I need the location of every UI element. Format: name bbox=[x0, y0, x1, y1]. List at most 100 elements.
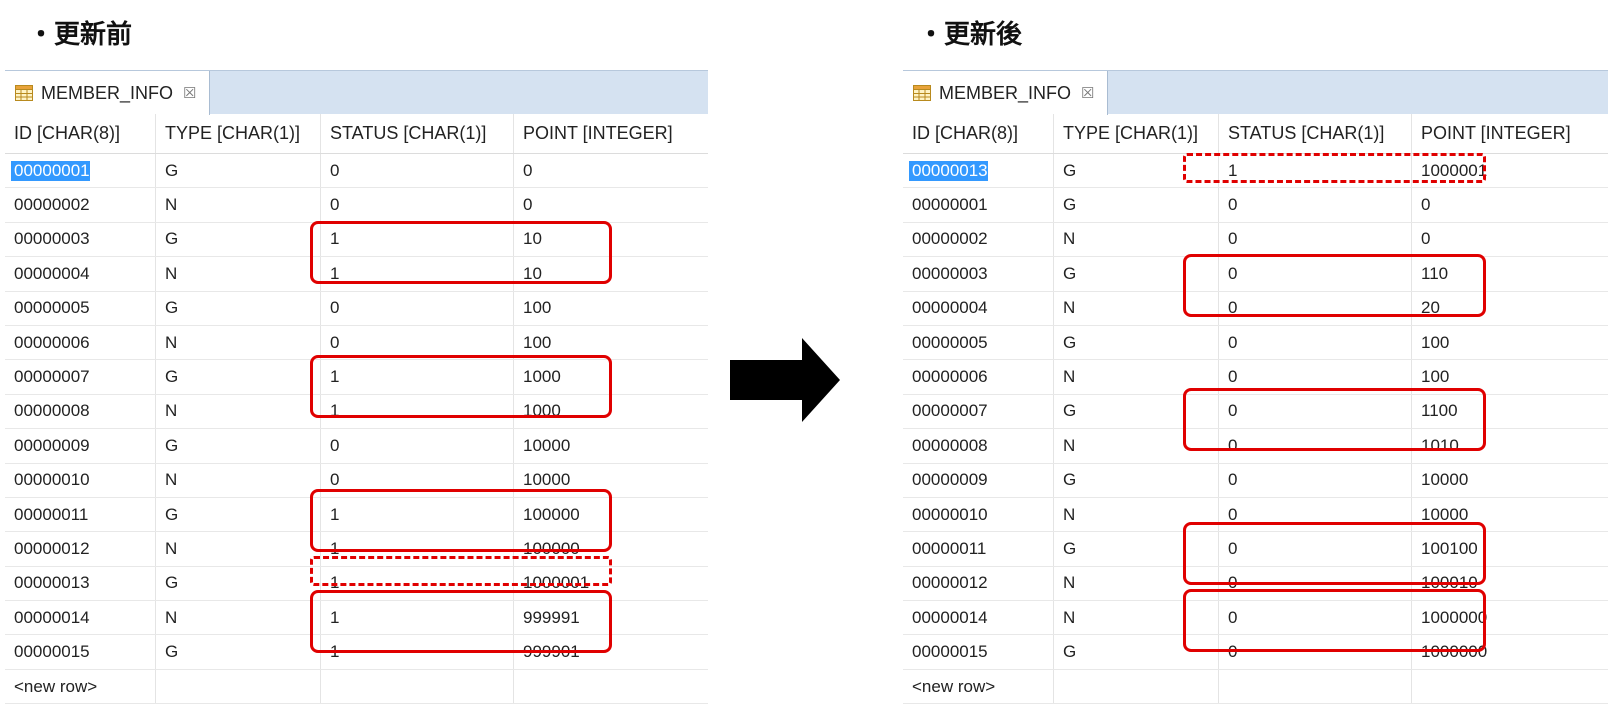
cell-status[interactable]: 0 bbox=[1219, 394, 1412, 429]
cell-type[interactable]: N bbox=[156, 394, 321, 429]
cell-id[interactable]: 00000001 bbox=[5, 154, 156, 188]
cell-type[interactable]: G bbox=[156, 429, 321, 463]
table-row[interactable]: 00000014 N 1 999991 bbox=[5, 601, 708, 636]
column-header-point[interactable]: POINT [INTEGER] bbox=[1412, 114, 1598, 153]
cell-id[interactable]: 00000013 bbox=[5, 566, 156, 601]
table-row[interactable]: 00000002 N 0 0 bbox=[903, 222, 1608, 258]
cell-point[interactable]: 100 bbox=[1412, 326, 1598, 359]
cell-id[interactable]: 00000003 bbox=[903, 257, 1054, 291]
table-row[interactable]: 00000014 N 0 1000000 bbox=[903, 601, 1608, 636]
cell-type[interactable]: G bbox=[156, 566, 321, 601]
cell-type[interactable]: N bbox=[1054, 497, 1219, 532]
cell-id[interactable]: 00000002 bbox=[5, 188, 156, 222]
cell-id[interactable]: 00000008 bbox=[903, 429, 1054, 463]
cell-point[interactable]: 1000001 bbox=[1412, 154, 1598, 187]
cell-id[interactable]: 00000010 bbox=[903, 497, 1054, 532]
cell-id[interactable]: 00000012 bbox=[903, 566, 1054, 601]
cell-id[interactable]: 00000003 bbox=[5, 222, 156, 257]
table-row[interactable]: 00000003 G 0 110 bbox=[903, 257, 1608, 292]
cell-id[interactable]: 00000001 bbox=[903, 188, 1054, 222]
column-header-point[interactable]: POINT [INTEGER] bbox=[514, 114, 700, 153]
table-row[interactable]: 00000001 G 0 0 bbox=[903, 188, 1608, 223]
cell-status[interactable]: 0 bbox=[321, 291, 514, 325]
cell-type[interactable]: N bbox=[156, 532, 321, 566]
cell-id[interactable]: 00000002 bbox=[903, 222, 1054, 257]
cell-id[interactable]: 00000006 bbox=[903, 360, 1054, 394]
cell-point[interactable]: 110 bbox=[1412, 257, 1598, 290]
cell-status[interactable]: 1 bbox=[1219, 154, 1412, 188]
cell-point[interactable]: 1000001 bbox=[514, 567, 700, 600]
cell-type[interactable]: G bbox=[1054, 463, 1219, 497]
cell-status[interactable]: 0 bbox=[1219, 566, 1412, 601]
cell-status[interactable]: 1 bbox=[321, 360, 514, 394]
table-row[interactable]: 00000007 G 1 1000 bbox=[5, 360, 708, 395]
cell-status[interactable]: 0 bbox=[321, 325, 514, 360]
table-row[interactable]: 00000012 N 0 100010 bbox=[903, 566, 1608, 602]
cell-point[interactable]: 1000 bbox=[514, 395, 700, 428]
table-row[interactable]: 00000015 G 1 999901 bbox=[5, 635, 708, 670]
cell-status[interactable]: 1 bbox=[321, 635, 514, 669]
column-header-status[interactable]: STATUS [CHAR(1)] bbox=[1219, 114, 1412, 153]
close-icon[interactable]: ☒ bbox=[183, 84, 196, 102]
cell-status[interactable]: 0 bbox=[1219, 497, 1412, 532]
cell-point[interactable]: 1000000 bbox=[1412, 601, 1598, 634]
cell-point[interactable]: 0 bbox=[514, 188, 700, 221]
table-row[interactable]: 00000007 G 0 1100 bbox=[903, 394, 1608, 430]
cell-point[interactable]: 100 bbox=[1412, 360, 1598, 393]
cell-id[interactable]: 00000014 bbox=[5, 601, 156, 635]
cell-status[interactable]: 0 bbox=[1219, 429, 1412, 463]
cell-id[interactable]: 00000007 bbox=[903, 394, 1054, 429]
cell-type[interactable]: N bbox=[1054, 429, 1219, 463]
cell-status[interactable]: 1 bbox=[321, 497, 514, 532]
cell-id[interactable]: 00000012 bbox=[5, 532, 156, 566]
cell-id[interactable]: 00000015 bbox=[5, 635, 156, 669]
cell-point[interactable]: 999991 bbox=[514, 601, 700, 634]
cell-id[interactable]: 00000009 bbox=[903, 463, 1054, 497]
cell-id[interactable]: 00000004 bbox=[903, 291, 1054, 325]
cell-type[interactable]: G bbox=[156, 635, 321, 669]
cell-type[interactable]: G bbox=[1054, 394, 1219, 429]
cell-point[interactable]: 1010 bbox=[1412, 429, 1598, 462]
cell-id[interactable]: 00000014 bbox=[903, 601, 1054, 635]
cell-type[interactable]: G bbox=[1054, 635, 1219, 669]
table-row[interactable]: 00000008 N 0 1010 bbox=[903, 429, 1608, 464]
cell-type[interactable]: G bbox=[156, 154, 321, 188]
table-row[interactable]: 00000013 G 1 1000001 bbox=[903, 154, 1608, 189]
cell-point[interactable]: 100100 bbox=[1412, 532, 1598, 565]
cell-id[interactable]: 00000011 bbox=[903, 532, 1054, 566]
table-row[interactable]: 00000009 G 0 10000 bbox=[5, 429, 708, 464]
cell-id[interactable]: 00000013 bbox=[903, 154, 1054, 188]
cell-id[interactable]: 00000011 bbox=[5, 497, 156, 532]
cell-id[interactable]: 00000015 bbox=[903, 635, 1054, 669]
table-row[interactable]: 00000015 G 0 1000000 bbox=[903, 635, 1608, 670]
selected-cell[interactable]: 00000001 bbox=[11, 160, 90, 181]
cell-status[interactable]: 0 bbox=[1219, 463, 1412, 497]
cell-status[interactable]: 1 bbox=[321, 532, 514, 566]
cell-id[interactable]: 00000006 bbox=[5, 325, 156, 360]
new-row-label[interactable]: <new row> bbox=[5, 669, 156, 704]
cell-status[interactable]: 1 bbox=[321, 566, 514, 601]
cell-type[interactable]: N bbox=[1054, 360, 1219, 394]
cell-type[interactable]: G bbox=[156, 291, 321, 325]
cell-type[interactable]: G bbox=[1054, 188, 1219, 222]
cell-point[interactable]: 1100 bbox=[1412, 395, 1598, 428]
cell-status[interactable]: 0 bbox=[321, 463, 514, 497]
cell-point[interactable]: 10000 bbox=[514, 464, 700, 497]
cell-status[interactable]: 0 bbox=[321, 154, 514, 188]
table-row[interactable]: 00000009 G 0 10000 bbox=[903, 463, 1608, 498]
cell-status[interactable]: 1 bbox=[321, 394, 514, 429]
close-icon[interactable]: ☒ bbox=[1081, 84, 1094, 102]
cell-status[interactable]: 0 bbox=[1219, 257, 1412, 291]
cell-id[interactable]: 00000005 bbox=[5, 291, 156, 325]
cell-point[interactable]: 10 bbox=[514, 223, 700, 256]
column-header-id[interactable]: ID [CHAR(8)] bbox=[903, 114, 1054, 153]
cell-status[interactable]: 1 bbox=[321, 257, 514, 291]
cell-status[interactable]: 0 bbox=[1219, 188, 1412, 222]
new-row-label[interactable]: <new row> bbox=[903, 669, 1054, 704]
cell-point[interactable]: 10000 bbox=[514, 429, 700, 462]
cell-type[interactable]: N bbox=[156, 463, 321, 497]
cell-type[interactable]: G bbox=[156, 360, 321, 394]
table-row[interactable]: 00000001 G 0 0 bbox=[5, 154, 708, 189]
cell-point[interactable]: 10000 bbox=[1412, 498, 1598, 531]
cell-point[interactable]: 100010 bbox=[1412, 567, 1598, 600]
